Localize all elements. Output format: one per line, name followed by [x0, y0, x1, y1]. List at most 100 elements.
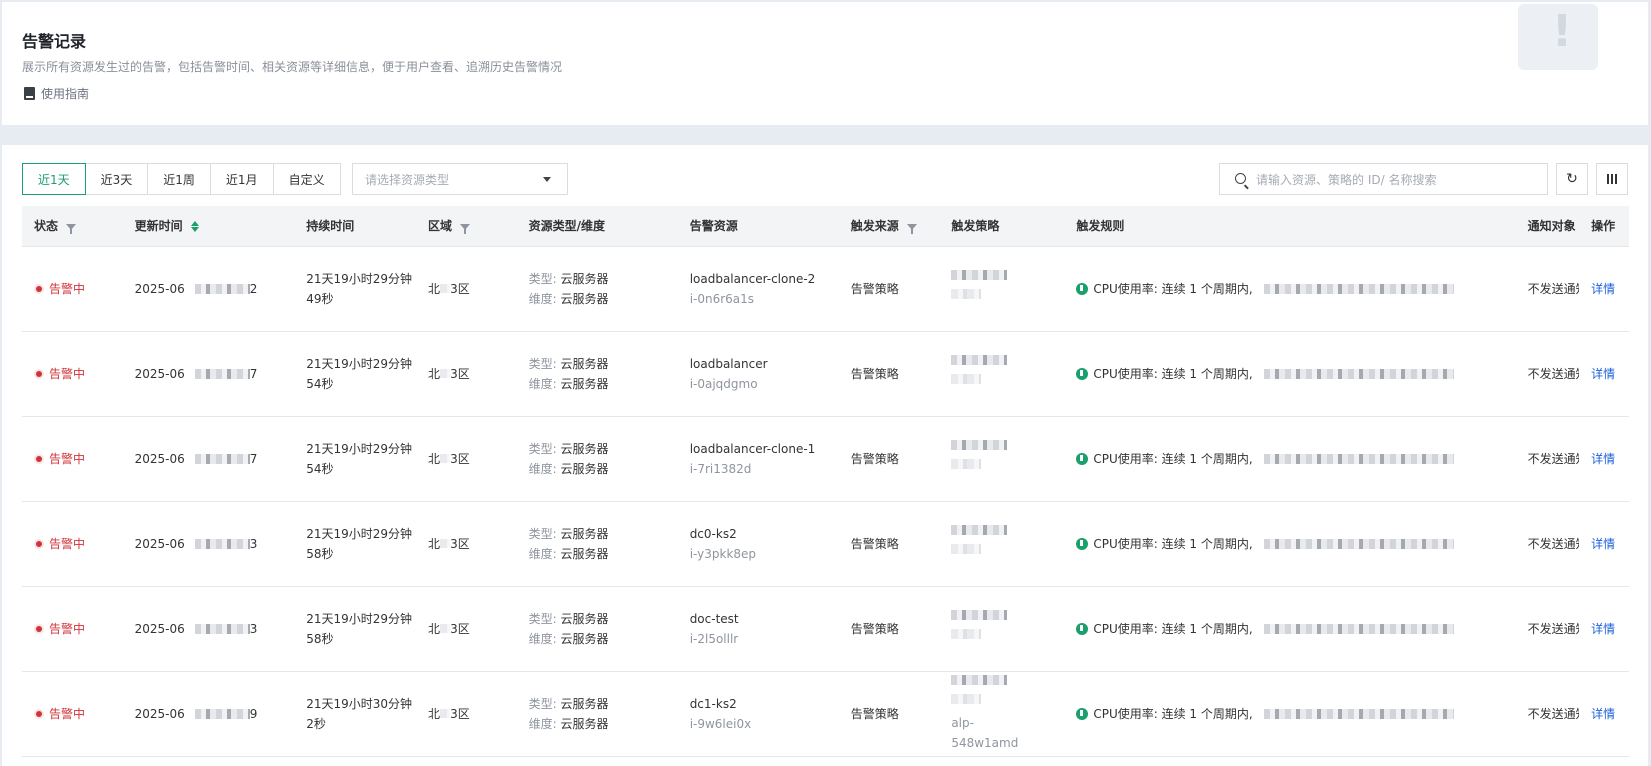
update-time: 2025-06	[134, 281, 185, 296]
rule-text: CPU使用率: 连续 1 个周期内,	[1093, 282, 1253, 296]
details-link[interactable]: 详情	[1591, 452, 1615, 466]
alert-dot-icon	[34, 538, 44, 549]
resource-type-cell: 类型: 云服务器 维度: 云服务器	[516, 246, 678, 332]
redacted-block	[1263, 538, 1454, 549]
update-time-cell: 2025-06 3	[122, 501, 295, 587]
book-icon	[24, 87, 35, 100]
region-cell: 北 3区	[416, 501, 517, 587]
details-link[interactable]: 详情	[1591, 707, 1615, 721]
guide-label: 使用指南	[41, 87, 90, 101]
time-range-3d[interactable]: 近3天	[84, 163, 149, 195]
redacted-block	[951, 354, 1008, 365]
alert-dot-icon	[34, 623, 44, 634]
rule-status-icon	[1076, 622, 1089, 635]
policy-name[interactable]: alp-548w1amd	[951, 713, 1018, 753]
trigger-source-cell: 告警策略	[838, 671, 940, 757]
page-title: 告警记录	[22, 32, 87, 51]
redacted-block	[951, 543, 982, 554]
rule-status-icon	[1076, 367, 1089, 380]
col-duration: 持续时间	[294, 206, 417, 247]
trigger-rule-cell: CPU使用率: 连续 1 个周期内,	[1064, 416, 1516, 502]
alert-dot-icon	[34, 453, 44, 464]
update-time-cell: 2025-06 9	[122, 671, 295, 757]
search-input[interactable]: 请输入资源、策略的 ID/ 名称搜索	[1219, 163, 1548, 195]
rule-text: CPU使用率: 连续 1 个周期内,	[1093, 452, 1253, 466]
update-time: 2025-06	[134, 536, 185, 551]
trigger-policy-cell[interactable]	[939, 501, 1065, 587]
col-update-time[interactable]: 更新时间	[122, 206, 295, 247]
trigger-rule-cell: CPU使用率: 连续 1 个周期内,	[1064, 246, 1516, 332]
notify-target-cell: 不发送通知	[1515, 416, 1580, 502]
rule-status-icon	[1076, 452, 1089, 465]
resource-id: i-9w6lei0x	[689, 716, 752, 731]
redacted-block	[1263, 453, 1454, 464]
column-settings-button[interactable]	[1596, 163, 1628, 195]
columns-icon	[1607, 174, 1617, 184]
resource-type-cell: 类型: 云服务器 维度: 云服务器	[516, 331, 678, 417]
status-badge: 告警中	[34, 705, 123, 722]
alarm-resource-cell: dc0-ks2 i-y3pkk8ep	[677, 501, 839, 587]
time-range-1m[interactable]: 近1月	[209, 163, 274, 195]
trigger-rule-cell: CPU使用率: 连续 1 个周期内,	[1064, 671, 1516, 757]
trigger-rule-cell: CPU使用率: 连续 1 个周期内,	[1064, 331, 1516, 417]
resource-name: doc-test	[689, 611, 739, 626]
status-badge: 告警中	[34, 620, 123, 637]
details-link[interactable]: 详情	[1591, 537, 1615, 551]
notify-target-cell: 不发送通知	[1515, 586, 1580, 672]
status-cell: 告警中	[22, 246, 123, 332]
filter-icon[interactable]	[66, 223, 77, 234]
time-range-custom[interactable]: 自定义	[272, 163, 341, 195]
redacted-block	[440, 284, 451, 293]
status-badge: 告警中	[34, 365, 123, 382]
redacted-block	[194, 538, 250, 549]
duration-cell: 21天19小时29分钟49秒	[294, 246, 417, 332]
table-row: 告警中 2025-06 3 21天19小时29分钟58秒 北 3区 类型: 云服务…	[22, 586, 1629, 672]
time-range-1d[interactable]: 近1天	[22, 163, 86, 195]
col-notify-target: 通知对象	[1515, 206, 1580, 247]
update-time-tail: 2	[249, 281, 258, 296]
col-status[interactable]: 状态	[22, 206, 123, 247]
col-alarm-resource: 告警资源	[677, 206, 839, 247]
time-range-1w[interactable]: 近1周	[147, 163, 211, 195]
update-time-tail: 9	[249, 706, 258, 721]
trigger-policy-cell[interactable]	[939, 586, 1065, 672]
status-cell: 告警中	[22, 501, 123, 587]
action-cell: 详情	[1579, 416, 1629, 502]
notify-target-cell: 不发送通知	[1515, 331, 1580, 417]
exclamation-icon: !	[1552, 6, 1573, 57]
notify-target-cell: 不发送通知	[1515, 671, 1580, 757]
table-row: 告警中 2025-06 3 21天19小时29分钟58秒 北 3区 类型: 云服务…	[22, 501, 1629, 587]
sort-icon[interactable]	[190, 221, 199, 233]
redacted-block	[951, 609, 1008, 620]
resource-type-cell: 类型: 云服务器 维度: 云服务器	[516, 586, 678, 672]
redacted-block	[1263, 623, 1454, 634]
redacted-block	[440, 709, 451, 718]
update-time: 2025-06	[134, 451, 185, 466]
details-link[interactable]: 详情	[1591, 282, 1615, 296]
resource-id: i-2l5olllr	[689, 631, 739, 646]
redacted-block	[194, 708, 250, 719]
page-description: 展示所有资源发生过的告警，包括告警时间、相关资源等详细信息，便于用户查看、追溯历…	[22, 60, 563, 74]
search-placeholder: 请输入资源、策略的 ID/ 名称搜索	[1256, 172, 1437, 187]
trigger-policy-cell[interactable]: alp-548w1amd	[939, 671, 1065, 757]
details-link[interactable]: 详情	[1591, 367, 1615, 381]
trigger-policy-cell[interactable]	[939, 416, 1065, 502]
duration-cell: 21天19小时29分钟58秒	[294, 586, 417, 672]
region-cell: 北 3区	[416, 246, 517, 332]
resource-type-select[interactable]: 请选择资源类型	[352, 163, 568, 195]
table-row: 告警中 2025-06 7 21天19小时29分钟54秒 北 3区 类型: 云服务…	[22, 416, 1629, 502]
redacted-block	[951, 674, 1008, 685]
filter-icon[interactable]	[906, 223, 917, 234]
details-link[interactable]: 详情	[1591, 622, 1615, 636]
guide-link[interactable]: 使用指南	[24, 85, 89, 102]
col-region[interactable]: 区域	[416, 206, 517, 247]
filter-icon[interactable]	[460, 223, 471, 234]
alert-dot-icon	[34, 368, 44, 379]
table-row: 告警中 2025-06 2 21天19小时29分钟49秒 北 3区 类型: 云服务…	[22, 246, 1629, 332]
col-trigger-source[interactable]: 触发来源	[838, 206, 940, 247]
redacted-block	[194, 283, 250, 294]
trigger-policy-cell[interactable]	[939, 246, 1065, 332]
refresh-button[interactable]: ↻	[1556, 163, 1588, 195]
trigger-policy-cell[interactable]	[939, 331, 1065, 417]
notify-target-cell: 不发送通知	[1515, 246, 1580, 332]
